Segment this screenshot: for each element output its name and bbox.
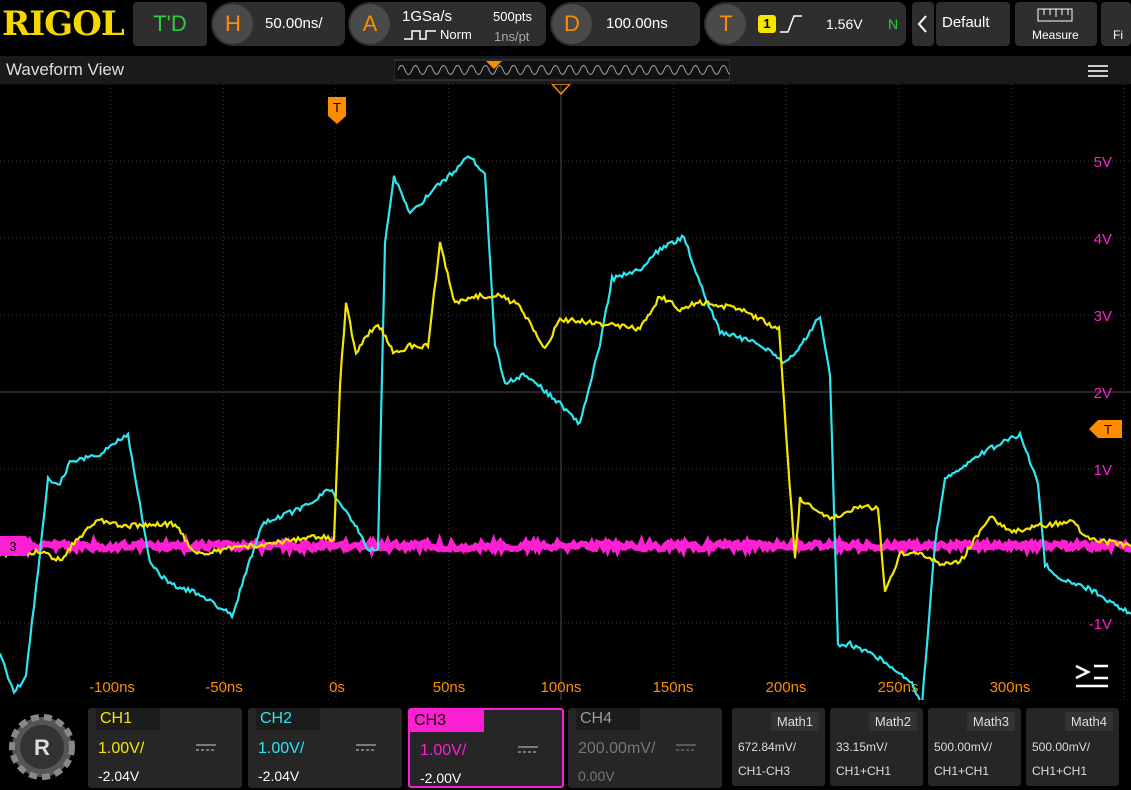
- horizontal-letter: H: [213, 4, 253, 44]
- waveform-view-title: Waveform View: [6, 60, 124, 80]
- math3-source: CH1+CH1: [934, 764, 989, 778]
- ch4-label: CH4: [576, 708, 640, 730]
- x-tick-label: 200ns: [766, 679, 807, 696]
- math1-source: CH1-CH3: [738, 764, 790, 778]
- waveform-view-header: Waveform View: [0, 56, 1131, 84]
- ch1-scale: 1.00V/: [98, 740, 144, 758]
- acquire-letter: A: [350, 4, 390, 44]
- acquire-pulse-icon: [404, 29, 436, 41]
- delay-letter: D: [552, 4, 592, 44]
- ch1-panel[interactable]: CH1 1.00V/ -2.04V: [88, 708, 242, 788]
- x-axis-labels: -100ns -50ns 0s 50ns 100ns 150ns 200ns 250ns 300…: [89, 679, 1030, 696]
- y-tick-label: 5V: [1094, 154, 1112, 171]
- ch2-label: CH2: [256, 708, 320, 730]
- ch3-waveform: [0, 543, 1131, 550]
- math4-panel[interactable]: Math4 500.00mV/ CH1+CH1: [1026, 708, 1119, 786]
- dc-coupling-icon: [676, 744, 696, 752]
- file-button[interactable]: Fi: [1101, 2, 1131, 46]
- x-tick-label: 50ns: [433, 679, 466, 696]
- sample-interval: 1ns/pt: [494, 29, 529, 44]
- dc-coupling-icon: [518, 746, 538, 754]
- top-bar: RIGOL T'D H 50.00ns/ A 1GSa/s 500pts Nor…: [0, 0, 1131, 54]
- measure-button[interactable]: Measure: [1015, 2, 1097, 46]
- ch3-label: CH3: [410, 710, 484, 732]
- ch3-offset-marker-label: 3: [9, 539, 16, 554]
- dc-coupling-icon: [196, 744, 216, 752]
- trigger-level: 1.56V: [826, 2, 863, 46]
- trigger-letter: T: [706, 4, 746, 44]
- bottom-bar: R CH1 1.00V/ -2.04V CH2 1.00V/ -2.04V CH…: [0, 705, 1131, 788]
- math4-value: 500.00mV/: [1032, 740, 1090, 754]
- ch4-panel[interactable]: CH4 200.00mV/ 0.00V: [568, 708, 722, 788]
- math3-value: 500.00mV/: [934, 740, 992, 754]
- measure-label: Measure: [1032, 28, 1079, 42]
- ch2-panel[interactable]: CH2 1.00V/ -2.04V: [248, 708, 402, 788]
- y-tick-label: -1V: [1089, 616, 1112, 633]
- waveform-plot[interactable]: 5V 4V 3V 2V 1V -1V -100ns -50ns 0s 50ns 100ns 150n…: [0, 84, 1131, 700]
- default-button[interactable]: Default: [936, 2, 1010, 46]
- acquire-mode: Norm: [440, 27, 472, 42]
- run-mode-button[interactable]: T'D: [133, 2, 207, 46]
- horizontal-control[interactable]: H 50.00ns/: [211, 2, 345, 46]
- trigger-time-marker-label: T: [333, 100, 341, 115]
- ch3-scale: 1.00V/: [420, 742, 466, 760]
- rising-edge-icon: [780, 14, 802, 34]
- default-label: Default: [942, 14, 990, 31]
- x-tick-label: 100ns: [541, 679, 582, 696]
- math1-value: 672.84mV/: [738, 740, 796, 754]
- math3-label: Math3: [967, 712, 1015, 731]
- ch2-scale: 1.00V/: [258, 740, 304, 758]
- y-tick-label: 2V: [1094, 385, 1112, 402]
- math4-label: Math4: [1065, 712, 1113, 731]
- timebase-value: 50.00ns/: [265, 2, 323, 46]
- delay-value: 100.00ns: [606, 2, 668, 46]
- scroll-left-button[interactable]: [912, 2, 934, 46]
- ch3-panel[interactable]: CH3 1.00V/ -2.00V: [408, 708, 564, 788]
- trigger-control[interactable]: T 1 1.56V N: [704, 2, 906, 46]
- x-tick-label: 0s: [329, 679, 345, 696]
- ch4-offset: 0.00V: [578, 768, 615, 784]
- delay-control[interactable]: D 100.00ns: [550, 2, 700, 46]
- ch3-offset: -2.00V: [420, 770, 461, 786]
- sample-rate: 1GSa/s: [402, 8, 452, 25]
- memory-overview-bar[interactable]: [394, 59, 730, 81]
- x-tick-label: 300ns: [990, 679, 1031, 696]
- math4-source: CH1+CH1: [1032, 764, 1087, 778]
- y-tick-label: 4V: [1094, 231, 1112, 248]
- math1-label: Math1: [771, 712, 819, 731]
- hamburger-icon[interactable]: [1088, 64, 1108, 78]
- math2-label: Math2: [869, 712, 917, 731]
- acquire-control[interactable]: A 1GSa/s 500pts Norm 1ns/pt: [348, 2, 546, 46]
- file-label: Fi: [1113, 28, 1123, 42]
- x-tick-label: -50ns: [205, 679, 243, 696]
- math2-value: 33.15mV/: [836, 740, 887, 754]
- y-tick-label: 1V: [1094, 462, 1112, 479]
- math2-source: CH1+CH1: [836, 764, 891, 778]
- math3-panel[interactable]: Math3 500.00mV/ CH1+CH1: [928, 708, 1021, 786]
- ruler-icon: [1037, 8, 1073, 22]
- x-tick-label: -100ns: [89, 679, 135, 696]
- trigger-source: 1: [758, 15, 776, 33]
- math1-panel[interactable]: Math1 672.84mV/ CH1-CH3: [732, 708, 825, 786]
- svg-text:R: R: [34, 735, 50, 760]
- trigger-status: N: [888, 2, 898, 46]
- ch1-label: CH1: [96, 708, 160, 730]
- ch4-scale: 200.00mV/: [578, 740, 655, 758]
- dc-coupling-icon: [356, 744, 376, 752]
- trigger-level-marker-label: T: [1104, 422, 1112, 437]
- ch1-offset: -2.04V: [98, 768, 139, 784]
- y-tick-label: 3V: [1094, 308, 1112, 325]
- chevron-left-icon: [912, 2, 934, 46]
- rigol-gear-icon[interactable]: R: [4, 709, 80, 785]
- ch2-offset: -2.04V: [258, 768, 299, 784]
- rigol-logo: RIGOL: [2, 4, 130, 44]
- x-tick-label: 150ns: [653, 679, 694, 696]
- math2-panel[interactable]: Math2 33.15mV/ CH1+CH1: [830, 708, 923, 786]
- memory-depth: 500pts: [493, 9, 532, 24]
